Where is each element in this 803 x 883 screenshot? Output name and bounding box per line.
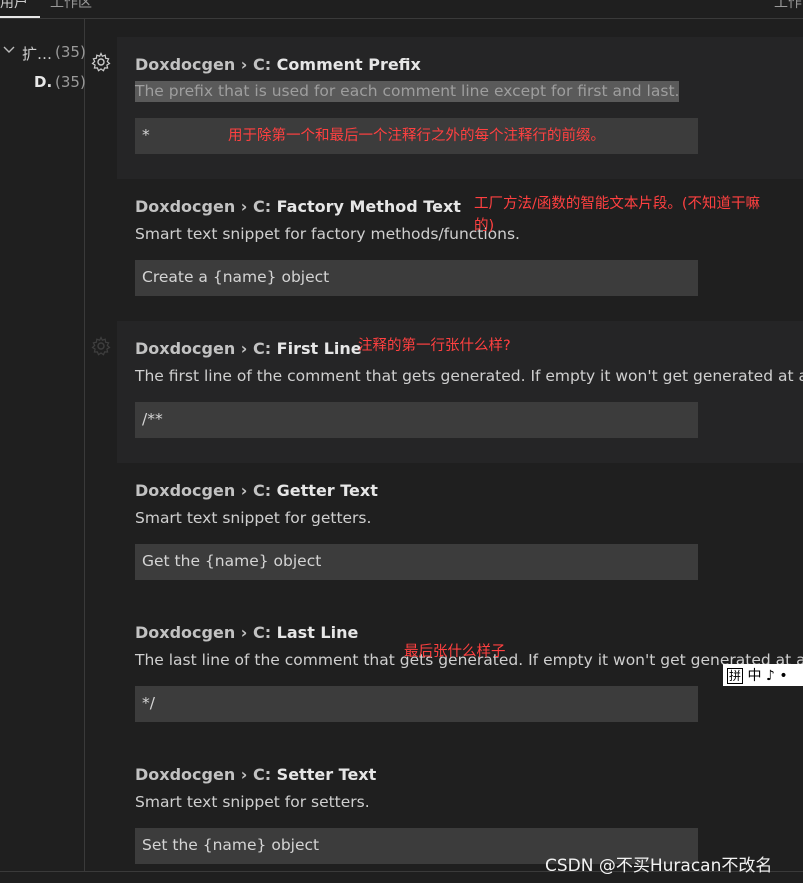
setting-name: First Line <box>276 339 362 358</box>
toc-item-count: (35) <box>55 73 86 91</box>
setting-title: Doxdocgen › C: Setter Text <box>135 765 376 784</box>
ime-toolbar[interactable]: 拼 中 ♪ • <box>723 664 803 686</box>
setting-name: Last Line <box>276 623 359 642</box>
setting-title: Doxdocgen › C: Getter Text <box>135 481 378 500</box>
setting-title: Doxdocgen › C: Factory Method Text <box>135 197 461 216</box>
setting-comment-prefix: Doxdocgen › C: Comment Prefix The prefix… <box>117 37 803 179</box>
setting-name: Getter Text <box>276 481 378 500</box>
setting-category: Doxdocgen › C: <box>135 197 277 216</box>
setting-category: Doxdocgen › C: <box>135 765 277 784</box>
setting-title: Doxdocgen › C: Last Line <box>135 623 358 642</box>
setting-category: Doxdocgen › C: <box>135 623 277 642</box>
settings-toc: 扩… (35) D. (35) <box>0 19 86 871</box>
first-line-input[interactable]: /** <box>135 402 698 438</box>
setting-name: Comment Prefix <box>276 55 421 74</box>
setting-last-line: Doxdocgen › C: Last Line The last line o… <box>117 605 803 747</box>
tab-workspace[interactable]: 工作区 <box>50 0 92 12</box>
setting-name: Setter Text <box>276 765 377 784</box>
active-tab-indicator <box>0 16 40 18</box>
factory-method-text-input[interactable]: Create a {name} object <box>135 260 698 296</box>
annotation-comment-prefix: 用于除第一个和最后一个注释行之外的每个注释行的前缀。 <box>228 128 605 144</box>
setting-description: Smart text snippet for factory methods/f… <box>135 225 520 243</box>
setting-name: Factory Method Text <box>276 197 461 216</box>
annotation-factory-method-line2: 的) <box>474 218 495 234</box>
ime-mode-label[interactable]: 中 <box>747 668 761 684</box>
setting-category: Doxdocgen › C: <box>135 339 277 358</box>
gear-icon[interactable] <box>90 51 112 73</box>
setting-getter-text: Doxdocgen › C: Getter Text Smart text sn… <box>117 463 803 605</box>
watermark: CSDN @不买Huracan不改名 <box>545 856 773 876</box>
settings-editor: 用户 工作区 工作 扩… (35) D. (35) Doxdocgen › C:… <box>0 0 803 883</box>
settings-scope-tabs: 用户 工作区 工作 <box>0 0 803 19</box>
setting-description: The prefix that is used for each comment… <box>135 81 680 102</box>
setting-title: Doxdocgen › C: Comment Prefix <box>135 55 421 74</box>
annotation-last-line: 最后张什么样子 <box>404 644 506 660</box>
tab-user[interactable]: 用户 <box>0 0 36 12</box>
setting-description: Smart text snippet for getters. <box>135 509 372 527</box>
ime-pinyin-icon[interactable]: 拼 <box>727 668 744 684</box>
getter-text-input[interactable]: Get the {name} object <box>135 544 698 580</box>
annotation-first-line: 注释的第一行张什么样? <box>358 338 511 354</box>
ime-moon-icon[interactable]: ♪ <box>766 668 775 684</box>
chevron-down-icon[interactable] <box>2 43 16 61</box>
tab-workspace-folder[interactable]: 工作 <box>774 0 802 12</box>
setting-title: Doxdocgen › C: First Line <box>135 339 362 358</box>
last-line-input[interactable]: */ <box>135 686 698 722</box>
toc-item-label: D. <box>34 73 53 91</box>
toc-item-count: (35) <box>55 43 86 61</box>
gear-icon[interactable] <box>90 335 112 357</box>
setting-description: The first line of the comment that gets … <box>135 367 803 385</box>
setting-category: Doxdocgen › C: <box>135 55 277 74</box>
toc-item-label: 扩… <box>22 45 53 63</box>
setting-category: Doxdocgen › C: <box>135 481 277 500</box>
setting-description: Smart text snippet for setters. <box>135 793 370 811</box>
ime-dot-icon: • <box>779 668 788 684</box>
annotation-factory-method-line1: 工厂方法/函数的智能文本片段。(不知道干嘛 <box>474 196 761 212</box>
